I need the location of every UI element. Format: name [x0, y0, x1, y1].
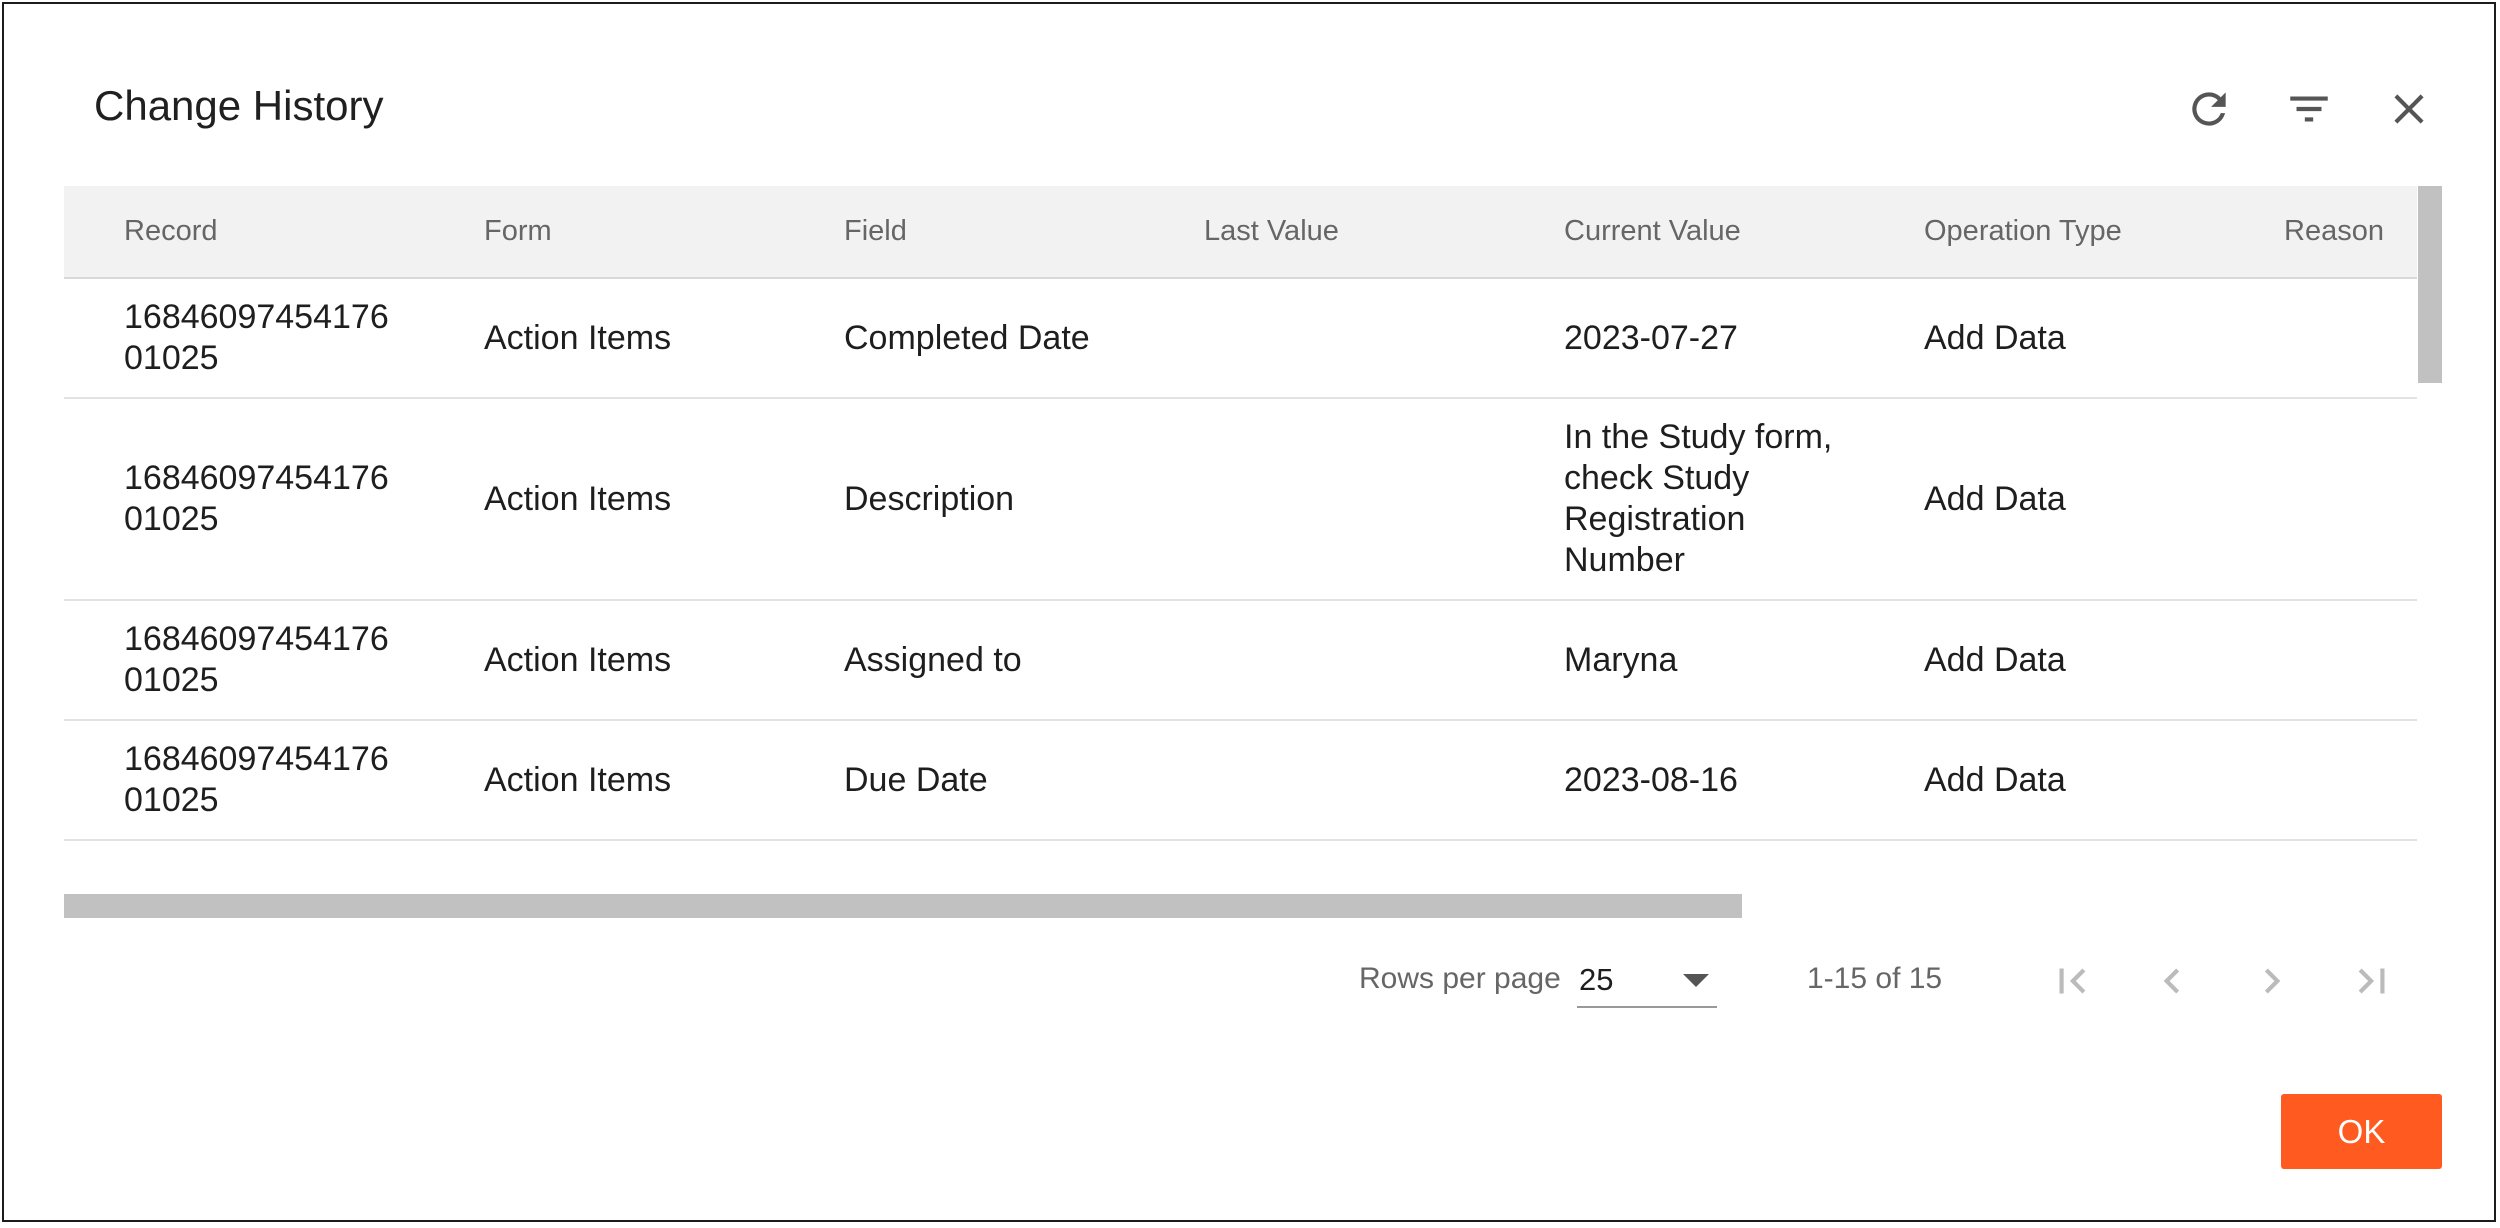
next-page-button[interactable] [2247, 956, 2297, 1006]
cell-operation-type: Add Data [1864, 720, 2224, 841]
cell-field: Completed Date [784, 278, 1144, 399]
column-header-field: Field [784, 186, 1144, 279]
table-row[interactable]: 1684609745417601025 Action Items Due Dat… [64, 720, 2417, 841]
column-header-form: Form [424, 186, 784, 279]
cell-last-value [1144, 278, 1504, 399]
filter-icon [2290, 96, 2328, 122]
pagination-range: 1-15 of 15 [1807, 962, 1943, 995]
table-row[interactable]: 1684609745417601025 Action Items Assigne… [64, 600, 2417, 721]
column-header-current-value: Current Value [1504, 186, 1864, 279]
cell-reason [2224, 840, 2417, 862]
header-actions [2184, 84, 2434, 134]
cell-field: Assigned to [784, 600, 1144, 721]
cell-record: 1684609745417601025 [64, 398, 424, 601]
horizontal-scrollbar[interactable] [64, 894, 1742, 918]
close-icon [2394, 94, 2424, 124]
cell-form [424, 840, 784, 862]
cell-record: 1684609745417601025 [64, 840, 424, 862]
change-history-table: Record Form Field Last Value Current Val… [64, 186, 2417, 862]
cell-reason [2224, 398, 2417, 601]
column-header-record: Record [64, 186, 424, 279]
cell-field [784, 840, 1144, 862]
cell-operation-type: Add Data [1864, 398, 2224, 601]
filter-button[interactable] [2284, 84, 2334, 134]
cell-record: 1684609745417601025 [64, 600, 424, 721]
table-row[interactable]: 1684609745417601025 Action Items Descrip… [64, 398, 2417, 601]
last-page-button[interactable] [2347, 956, 2397, 1006]
cell-current-value [1504, 840, 1864, 862]
rows-per-page-select[interactable]: 25 [1577, 954, 1717, 1008]
cell-operation-type [1864, 840, 2224, 862]
cell-current-value: Maryna [1504, 600, 1864, 721]
cell-reason [2224, 278, 2417, 399]
table-row[interactable]: 1684609745417601025 Action Items Complet… [64, 278, 2417, 399]
chevron-right-icon [2264, 968, 2281, 994]
cell-record: 1684609745417601025 [64, 278, 424, 399]
first-page-icon [2059, 968, 2086, 994]
cell-form: Action Items [424, 600, 784, 721]
refresh-icon [2192, 92, 2226, 126]
cell-operation-type: Add Data [1864, 600, 2224, 721]
rows-per-page-value: 25 [1579, 962, 1614, 997]
cell-last-value [1144, 600, 1504, 721]
cell-form: Action Items [424, 278, 784, 399]
cell-last-value [1144, 720, 1504, 841]
cell-reason [2224, 600, 2417, 721]
chevron-left-icon [2163, 968, 2180, 994]
cell-operation-type: Add Data [1864, 278, 2224, 399]
cell-form: Action Items [424, 398, 784, 601]
column-header-last-value: Last Value [1144, 186, 1504, 279]
table-row[interactable]: 1684609745417601025 [64, 840, 2417, 862]
cell-record: 1684609745417601025 [64, 720, 424, 841]
rows-per-page-label: Rows per page [1359, 962, 1561, 995]
cell-field: Description [784, 398, 1144, 601]
ok-button[interactable]: OK [2281, 1094, 2442, 1169]
cell-last-value [1144, 840, 1504, 862]
change-history-dialog: Change History Record Form Field Last Va… [2, 2, 2496, 1222]
column-header-operation-type: Operation Type [1864, 186, 2224, 279]
cell-current-value: 2023-07-27 [1504, 278, 1864, 399]
close-button[interactable] [2384, 84, 2434, 134]
cell-current-value: In the Study form, check Study Registrat… [1504, 398, 1864, 601]
pagination-bar: Rows per page 25 1-15 of 15 [4, 954, 2494, 1014]
cell-reason [2224, 720, 2417, 841]
chevron-down-icon [1683, 974, 1709, 987]
table-header-row: Record Form Field Last Value Current Val… [64, 186, 2417, 279]
dialog-title: Change History [94, 82, 384, 129]
vertical-scrollbar[interactable] [2418, 186, 2442, 383]
previous-page-button[interactable] [2147, 956, 2197, 1006]
first-page-button[interactable] [2047, 956, 2097, 1006]
last-page-icon [2358, 968, 2385, 994]
cell-current-value: 2023-08-16 [1504, 720, 1864, 841]
cell-last-value [1144, 398, 1504, 601]
column-header-reason: Reason [2224, 186, 2417, 279]
cell-form: Action Items [424, 720, 784, 841]
cell-field: Due Date [784, 720, 1144, 841]
refresh-button[interactable] [2184, 84, 2234, 134]
